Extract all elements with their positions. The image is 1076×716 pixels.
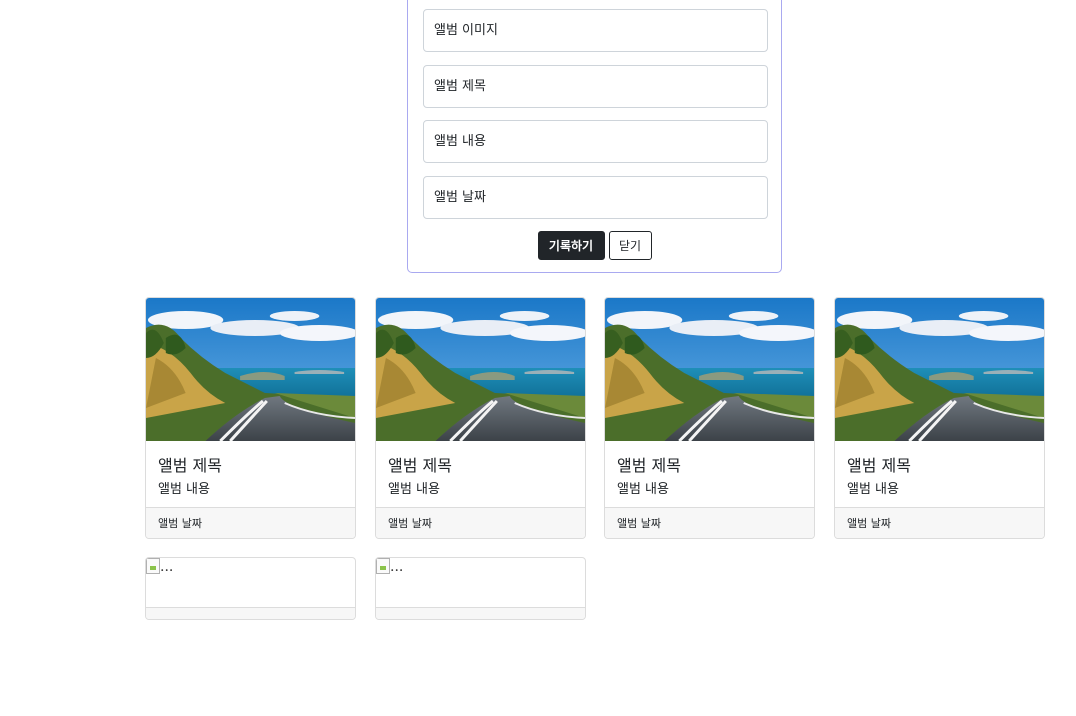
card-body: 앨범 제목 앨범 내용 (146, 441, 355, 507)
album-card: 앨범 제목 앨범 내용 앨범 날짜 (604, 297, 815, 539)
album-image (605, 298, 814, 441)
card-text: 앨범 내용 (847, 482, 899, 497)
card-footer: 앨범 날짜 (835, 507, 1044, 538)
card-title: 앨범 제목 (617, 456, 681, 475)
broken-image-icon (146, 558, 160, 574)
image-alt-text: ... (390, 559, 404, 575)
form-button-row: 기록하기 닫기 (408, 231, 781, 260)
album-image-input[interactable] (423, 9, 768, 52)
card-footer: 앨범 날짜 (605, 507, 814, 538)
close-button[interactable]: 닫기 (608, 231, 652, 260)
submit-button[interactable]: 기록하기 (537, 231, 605, 260)
broken-image-icon (376, 558, 390, 574)
album-card-broken: ... (145, 557, 356, 620)
album-image (146, 298, 355, 441)
card-footer (146, 607, 355, 619)
album-card: 앨범 제목 앨범 내용 앨범 날짜 (834, 297, 1045, 539)
card-text: 앨범 내용 (388, 482, 440, 497)
album-card-broken: ... (375, 557, 586, 620)
album-card: 앨범 제목 앨범 내용 앨범 날짜 (145, 297, 356, 539)
card-title: 앨범 제목 (388, 456, 452, 475)
card-footer: 앨범 날짜 (146, 507, 355, 538)
card-title: 앨범 제목 (847, 456, 911, 475)
card-body: 앨범 제목 앨범 내용 (605, 441, 814, 507)
card-title: 앨범 제목 (158, 456, 222, 475)
album-image (376, 298, 585, 441)
album-card: 앨범 제목 앨범 내용 앨범 날짜 (375, 297, 586, 539)
album-content-input[interactable] (423, 120, 768, 163)
card-body: 앨범 제목 앨범 내용 (835, 441, 1044, 507)
album-date-input[interactable] (423, 176, 768, 219)
card-footer: 앨범 날짜 (376, 507, 585, 538)
broken-image: ... (146, 558, 355, 607)
page: 기록하기 닫기 (0, 0, 1076, 716)
card-text: 앨범 내용 (158, 482, 210, 497)
album-title-input[interactable] (423, 65, 768, 108)
broken-image: ... (376, 558, 585, 607)
card-footer (376, 607, 585, 619)
card-text: 앨범 내용 (617, 482, 669, 497)
card-body: 앨범 제목 앨범 내용 (376, 441, 585, 507)
album-image (835, 298, 1044, 441)
album-form: 기록하기 닫기 (407, 0, 782, 273)
image-alt-text: ... (160, 559, 174, 575)
